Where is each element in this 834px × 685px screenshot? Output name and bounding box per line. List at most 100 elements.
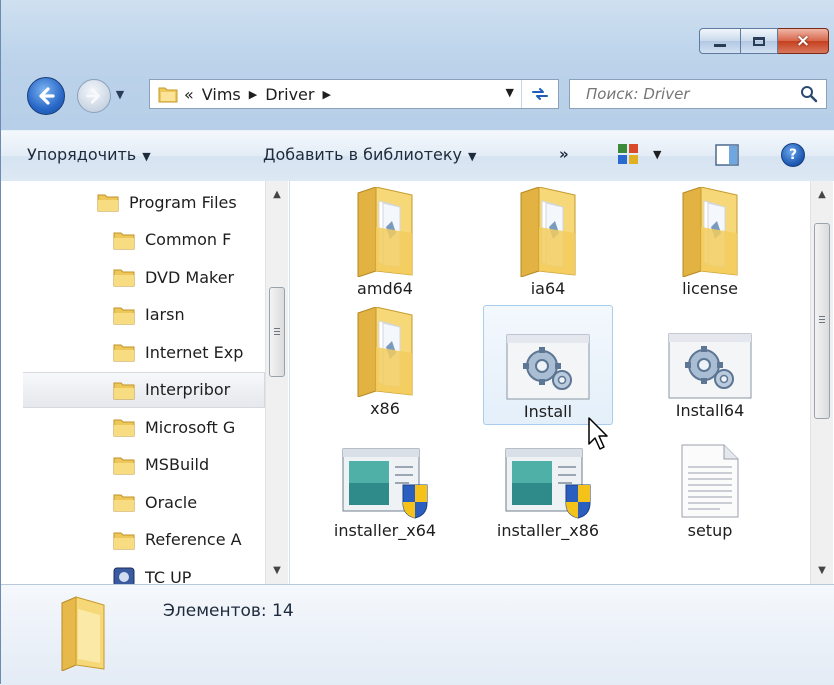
file-item[interactable]: installer_x64 <box>320 431 450 543</box>
folder-icon <box>513 185 583 277</box>
navigation-pane: Program Files Common F DVD Maker Iarsn Inter… <box>1 181 290 587</box>
scrollbar-thumb[interactable] <box>814 223 830 419</box>
view-options-icon <box>618 144 638 164</box>
scroll-down-arrow-icon[interactable]: ▼ <box>811 559 833 581</box>
search-input[interactable] <box>584 84 788 104</box>
chevron-down-icon: ▼ <box>467 150 477 163</box>
folder-icon <box>113 530 135 550</box>
tree-item-label: MSBuild <box>145 455 210 474</box>
tree-item-label: Iarsn <box>145 305 185 324</box>
preview-pane-icon <box>715 144 739 166</box>
add-to-library-label: Добавить в библиотеку <box>263 145 462 164</box>
file-item[interactable]: setup <box>645 431 775 543</box>
scroll-up-arrow-icon[interactable]: ▲ <box>266 183 288 205</box>
close-button[interactable]: × <box>778 28 829 54</box>
breadcrumb-driver[interactable]: Driver <box>265 85 314 104</box>
search-box[interactable] <box>569 79 827 109</box>
tree-item[interactable]: Interpribor <box>23 371 265 408</box>
recent-pages-button[interactable]: ▼ <box>113 84 127 104</box>
tree-item[interactable]: Program Files <box>97 184 265 220</box>
explorer-window: × ▼ « Vims ▶ Driver ▶ ▼ Поиск: Driver Уп… <box>0 0 834 685</box>
arrow-left-icon <box>39 87 55 105</box>
setup-gear-icon <box>506 312 590 400</box>
file-name: installer_x86 <box>496 521 600 540</box>
content-area: Program Files Common F DVD Maker Iarsn Inter… <box>1 181 834 587</box>
change-view-button[interactable]: ▼ <box>617 143 661 165</box>
add-to-library-button[interactable]: Добавить в библиотеку ▼ <box>263 145 476 164</box>
file-name: amd64 <box>357 279 413 298</box>
tree-item-label: Microsoft G <box>145 417 236 437</box>
folder-icon <box>113 305 135 325</box>
file-name: installer_x64 <box>333 521 437 540</box>
tree-item[interactable]: DVD Maker <box>113 259 265 295</box>
tree-item[interactable]: Iarsn <box>113 297 265 333</box>
tree-item-label: Program Files <box>129 192 237 212</box>
tree-item-label: Oracle <box>145 492 198 512</box>
breadcrumb-vims[interactable]: Vims <box>202 85 241 104</box>
maximize-button[interactable] <box>741 28 778 54</box>
tree-item-label: Reference A <box>145 530 242 549</box>
tree-item-label: Internet Exp <box>145 342 244 362</box>
breadcrumb-overflow[interactable]: « <box>184 85 194 104</box>
minimize-icon <box>714 43 726 47</box>
close-icon: × <box>795 31 811 51</box>
installer-shield-icon <box>504 431 592 519</box>
navigation-scrollbar[interactable]: ▲ ▼ <box>265 181 288 584</box>
file-name: license <box>682 279 738 298</box>
command-bar: Упорядочить ▼ Добавить в библиотеку ▼ » ▼ … <box>1 130 834 182</box>
folder-icon <box>61 596 105 671</box>
details-pane: Элементов: 14 <box>1 584 834 685</box>
tree-item-label: DVD Maker <box>145 267 235 287</box>
folder-icon <box>113 455 135 475</box>
back-button[interactable] <box>27 77 65 115</box>
chevron-down-icon: ▼ <box>653 147 662 161</box>
folder-icon <box>675 185 745 277</box>
tree-item[interactable]: Internet Exp <box>113 334 265 370</box>
file-item[interactable]: ia64 <box>483 185 613 301</box>
chevron-down-icon: ▼ <box>142 150 151 163</box>
preview-pane-button[interactable] <box>715 144 739 170</box>
file-item[interactable]: x86 <box>320 305 450 421</box>
folder-icon <box>113 230 135 250</box>
tree-item-label: Common F <box>145 230 232 249</box>
organize-button[interactable]: Упорядочить ▼ <box>27 145 151 164</box>
tree-item[interactable]: Reference A <box>113 522 265 558</box>
file-item[interactable]: amd64 <box>320 185 450 301</box>
mouse-pointer-icon <box>588 417 608 450</box>
tree-item[interactable]: Oracle <box>113 484 265 520</box>
folder-icon <box>97 192 119 212</box>
file-item[interactable]: license <box>645 185 775 301</box>
file-name: setup <box>687 521 733 540</box>
chevron-right-icon[interactable]: ▶ <box>322 88 330 101</box>
chevron-right-icon[interactable]: ▶ <box>249 88 257 101</box>
file-item[interactable]: Install64 <box>645 305 775 423</box>
address-history-dropdown[interactable]: ▼ <box>506 86 514 99</box>
refresh-icon <box>532 88 548 100</box>
file-name: x86 <box>370 399 400 418</box>
more-commands-button[interactable]: » <box>559 145 569 163</box>
folder-icon <box>113 417 135 437</box>
installer-shield-icon <box>341 431 429 519</box>
tree-item[interactable]: MSBuild <box>113 447 265 483</box>
tree-item[interactable]: Common F <box>113 222 265 258</box>
scroll-down-arrow-icon[interactable]: ▼ <box>266 559 288 581</box>
tree-item-label: Interpribor <box>145 380 231 399</box>
tree-item[interactable]: Microsoft G <box>113 409 265 445</box>
folder-icon <box>113 267 135 287</box>
help-icon[interactable]: ? <box>781 143 805 167</box>
scrollbar-thumb[interactable] <box>269 287 285 377</box>
folder-icon <box>113 342 135 362</box>
navigation-bar: ▼ « Vims ▶ Driver ▶ ▼ <box>1 70 834 120</box>
chevron-down-icon: ▼ <box>115 87 125 101</box>
files-scrollbar[interactable]: ▲ ▼ <box>810 181 833 584</box>
forward-button[interactable] <box>77 79 111 113</box>
minimize-button[interactable] <box>699 28 741 54</box>
maximize-icon <box>753 36 765 46</box>
arrow-right-icon <box>86 88 100 104</box>
item-count: Элементов: 14 <box>163 601 294 621</box>
search-icon[interactable] <box>800 85 818 107</box>
file-item[interactable]: Install <box>483 305 613 425</box>
address-bar[interactable]: « Vims ▶ Driver ▶ ▼ <box>149 79 559 109</box>
refresh-button[interactable] <box>521 80 558 108</box>
scroll-up-arrow-icon[interactable]: ▲ <box>811 183 833 205</box>
